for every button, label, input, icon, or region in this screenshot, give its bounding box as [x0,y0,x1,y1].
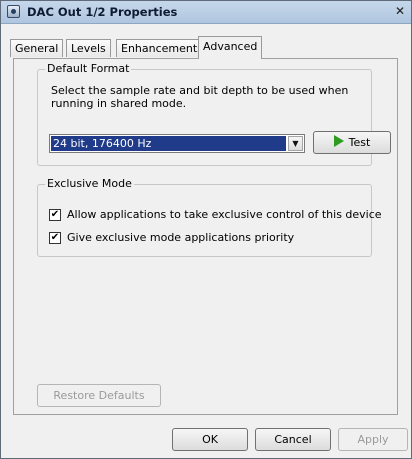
exclusive-control-label: Allow applications to take exclusive con… [67,208,382,221]
restore-defaults-button[interactable]: Restore Defaults [37,384,161,407]
close-icon[interactable]: ✕ [393,4,407,19]
exclusive-priority-checkbox[interactable]: ✔ [49,232,61,244]
default-format-title: Default Format [45,62,132,75]
format-select[interactable]: 24 bit, 176400 Hz ▼ [49,134,305,153]
checkmark-icon: ✔ [50,209,60,220]
properties-window: DAC Out 1/2 Properties ✕ General Levels … [0,0,412,459]
speaker-app-icon [7,5,20,18]
format-select-value: 24 bit, 176400 Hz [51,136,286,151]
play-icon [333,135,344,147]
window-title: DAC Out 1/2 Properties [27,5,178,19]
exclusive-mode-title: Exclusive Mode [45,177,134,190]
default-format-description: Select the sample rate and bit depth to … [51,84,349,110]
apply-button[interactable]: Apply [338,428,408,451]
tab-enhancements[interactable]: Enhancements [116,39,208,57]
exclusive-control-checkbox[interactable]: ✔ [49,209,61,221]
tab-general[interactable]: General [10,39,64,57]
ok-button[interactable]: OK [172,428,248,451]
cancel-button[interactable]: Cancel [255,428,331,451]
test-button[interactable]: Test [313,131,391,154]
dropdown-arrow-icon[interactable]: ▼ [288,136,303,151]
tab-advanced[interactable]: Advanced [198,36,263,59]
test-button-label: Test [348,136,371,149]
exclusive-priority-label: Give exclusive mode applications priorit… [67,231,295,244]
tab-levels[interactable]: Levels [66,39,111,57]
title-bar[interactable]: DAC Out 1/2 Properties ✕ [1,1,411,24]
checkmark-icon: ✔ [50,232,60,243]
